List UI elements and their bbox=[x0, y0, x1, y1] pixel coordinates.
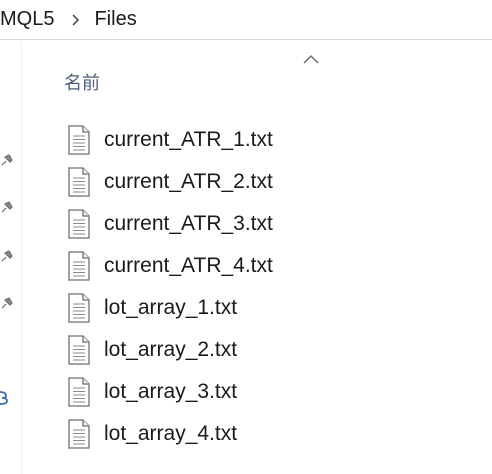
chevron-right-icon[interactable] bbox=[60, 10, 90, 30]
file-explorer-window: MQL5 Files 名前 current_ATR_1.txt current_… bbox=[0, 0, 492, 474]
file-name: current_ATR_3.txt bbox=[104, 212, 273, 235]
file-row[interactable]: current_ATR_1.txt bbox=[68, 119, 273, 161]
text-file-icon bbox=[68, 125, 90, 155]
text-file-icon bbox=[68, 377, 90, 407]
text-file-icon bbox=[68, 293, 90, 323]
file-row[interactable]: lot_array_2.txt bbox=[68, 329, 273, 371]
file-name: lot_array_3.txt bbox=[104, 380, 238, 403]
breadcrumb-item-mql5[interactable]: MQL5 bbox=[0, 8, 54, 31]
file-row[interactable]: current_ATR_3.txt bbox=[68, 203, 273, 245]
chevron-up-icon[interactable] bbox=[302, 53, 320, 65]
file-list-view: 名前 current_ATR_1.txt current_ATR_2.txt c… bbox=[22, 41, 492, 474]
file-row[interactable]: lot_array_3.txt bbox=[68, 371, 273, 413]
nav-item-fragment-icon[interactable] bbox=[0, 388, 10, 406]
breadcrumb-item-files[interactable]: Files bbox=[94, 8, 136, 31]
column-header-name[interactable]: 名前 bbox=[64, 69, 100, 95]
file-name: current_ATR_4.txt bbox=[104, 254, 273, 277]
pin-icon[interactable] bbox=[0, 294, 16, 310]
navigation-pane bbox=[0, 41, 22, 474]
file-row[interactable]: current_ATR_4.txt bbox=[68, 245, 273, 287]
file-list: current_ATR_1.txt current_ATR_2.txt curr… bbox=[68, 119, 273, 455]
file-name: lot_array_4.txt bbox=[104, 422, 238, 445]
file-row[interactable]: current_ATR_2.txt bbox=[68, 161, 273, 203]
pin-icon[interactable] bbox=[0, 247, 16, 263]
address-bar[interactable]: MQL5 Files bbox=[0, 0, 492, 40]
pin-icon[interactable] bbox=[0, 198, 16, 214]
file-name: lot_array_2.txt bbox=[104, 338, 238, 361]
text-file-icon bbox=[68, 419, 90, 449]
file-name: current_ATR_1.txt bbox=[104, 128, 273, 151]
file-row[interactable]: lot_array_4.txt bbox=[68, 413, 273, 455]
file-row[interactable]: lot_array_1.txt bbox=[68, 287, 273, 329]
text-file-icon bbox=[68, 335, 90, 365]
text-file-icon bbox=[68, 167, 90, 197]
file-name: lot_array_1.txt bbox=[104, 296, 238, 319]
text-file-icon bbox=[68, 251, 90, 281]
text-file-icon bbox=[68, 209, 90, 239]
file-name: current_ATR_2.txt bbox=[104, 170, 273, 193]
pin-icon[interactable] bbox=[0, 151, 16, 167]
